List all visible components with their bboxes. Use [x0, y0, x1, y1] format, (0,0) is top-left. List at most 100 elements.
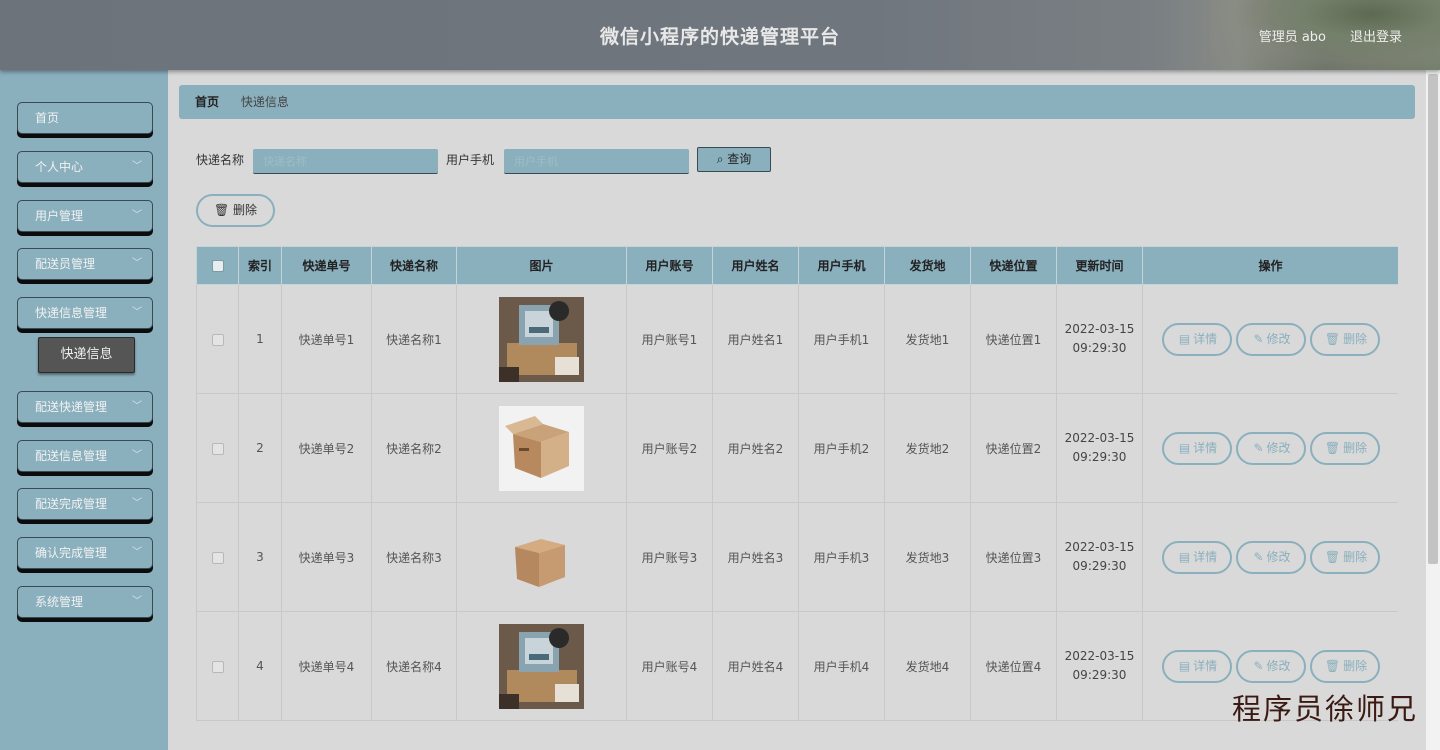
row-checkbox[interactable] — [211, 660, 224, 673]
location-cell: 快递位置2 — [970, 393, 1057, 503]
breadcrumb: 首页 快递信息 — [179, 85, 1415, 119]
user-phone-input[interactable] — [504, 149, 689, 174]
page-title: 微信小程序的快递管理平台 — [599, 26, 840, 48]
user-name-cell: 用户姓名4 — [712, 611, 799, 721]
open-box-thumbnail[interactable] — [499, 405, 584, 491]
edit-button[interactable]: ✎ 修改 — [1235, 649, 1306, 683]
index-cell: 4 — [238, 611, 282, 721]
parcel-photo-thumbnail[interactable] — [499, 296, 584, 382]
select-all-checkbox[interactable] — [211, 260, 224, 272]
detail-button[interactable]: ▤ 详情 — [1161, 431, 1232, 465]
update-clock: 09:29:30 — [1072, 559, 1127, 573]
row-checkbox[interactable] — [211, 442, 224, 455]
edit-label: 修改 — [1266, 331, 1291, 346]
document-icon: ▤ — [1178, 549, 1191, 564]
edit-button[interactable]: ✎ 修改 — [1235, 322, 1306, 356]
sidebar-item-personal-center[interactable]: 个人中心 ﹀ — [17, 151, 153, 183]
sidebar-item-label: 用户管理 — [35, 209, 84, 223]
detail-button[interactable]: ▤ 详情 — [1161, 540, 1232, 574]
logout-link[interactable]: 退出登录 — [1350, 26, 1402, 45]
breadcrumb-current: 快递信息 — [240, 95, 289, 109]
detail-label: 详情 — [1193, 658, 1218, 673]
delete-label: 删除 — [1343, 440, 1368, 455]
column-header: 用户手机 — [798, 246, 885, 285]
trash-icon: 🗑 — [1324, 331, 1341, 346]
express-name-cell: 快递名称3 — [371, 502, 457, 612]
user-phone-cell: 用户手机1 — [798, 284, 885, 394]
scrollbar-thumb[interactable] — [1428, 74, 1438, 564]
edit-button[interactable]: ✎ 修改 — [1235, 431, 1306, 465]
update-date: 2022-03-15 — [1064, 540, 1135, 554]
location-cell: 快递位置4 — [970, 611, 1057, 721]
edit-label: 修改 — [1266, 549, 1291, 564]
express-no-cell: 快递单号1 — [281, 284, 372, 394]
sidebar-subitem-express-info[interactable]: 快递信息 — [38, 337, 135, 373]
closed-box-thumbnail[interactable] — [499, 514, 584, 600]
update-time-cell: 2022-03-15 09:29:30 — [1056, 284, 1143, 394]
sidebar-item-home[interactable]: 首页 — [17, 102, 153, 134]
sidebar-item-user-management[interactable]: 用户管理 ﹀ — [17, 200, 153, 232]
row-checkbox[interactable] — [211, 551, 224, 564]
user-account-cell: 用户账号3 — [626, 502, 713, 612]
column-header: 发货地 — [884, 246, 971, 285]
detail-button[interactable]: ▤ 详情 — [1161, 322, 1232, 356]
sidebar-item-courier-management[interactable]: 配送员管理 ﹀ — [17, 248, 153, 280]
user-account-cell: 用户账号1 — [626, 284, 713, 394]
pencil-icon: ✎ — [1253, 549, 1264, 564]
sidebar-item-label: 系统管理 — [35, 595, 84, 609]
table-row: 4 快递单号4 快递名称4 用户账号4 用户姓名4 用户手机4 发货地4 快递位置4 2022-… — [196, 611, 1398, 721]
edit-button[interactable]: ✎ 修改 — [1235, 540, 1306, 574]
sidebar-item-delivery-express-management[interactable]: 配送快递管理 ﹀ — [17, 391, 153, 423]
user-account-cell: 用户账号2 — [626, 393, 713, 503]
sidebar-item-delivery-info-management[interactable]: 配送信息管理 ﹀ — [17, 440, 153, 472]
trash-icon: 🗑 — [1324, 549, 1341, 564]
delete-button[interactable]: 🗑 删除 — [1309, 431, 1380, 465]
row-select-cell — [196, 284, 239, 394]
detail-label: 详情 — [1193, 549, 1218, 564]
express-name-input[interactable] — [253, 149, 438, 174]
breadcrumb-home[interactable]: 首页 — [195, 95, 219, 109]
user-phone-label: 用户手机 — [446, 153, 495, 167]
detail-label: 详情 — [1193, 440, 1218, 455]
chevron-down-icon: ﹀ — [132, 450, 142, 461]
delete-button[interactable]: 🗑 删除 — [1309, 322, 1380, 356]
sidebar-item-system-management[interactable]: 系统管理 ﹀ — [17, 586, 153, 618]
origin-cell: 发货地2 — [884, 393, 971, 503]
express-name-cell: 快递名称1 — [371, 284, 457, 394]
trash-icon: 🗑 — [213, 203, 230, 217]
detail-button[interactable]: ▤ 详情 — [1161, 649, 1232, 683]
chevron-down-icon: ﹀ — [132, 307, 142, 318]
column-header: 更新时间 — [1056, 246, 1143, 285]
table-header-row: 索引 快递单号 快递名称 图片 用户账号 用户姓名 用户手机 发货地 快递位置 … — [196, 246, 1398, 285]
user-name-cell: 用户姓名3 — [712, 502, 799, 612]
express-no-cell: 快递单号4 — [281, 611, 372, 721]
batch-delete-button[interactable]: 🗑 删除 — [196, 194, 275, 227]
user-account-cell: 用户账号4 — [626, 611, 713, 721]
table-row: 3 快递单号3 快递名称3 用户账号3 用户姓名3 用户手机3 发货地3 快递位置3 2022-… — [196, 502, 1398, 612]
image-cell — [456, 393, 627, 503]
user-phone-cell: 用户手机2 — [798, 393, 885, 503]
delete-label: 删除 — [1343, 549, 1368, 564]
delete-button[interactable]: 🗑 删除 — [1309, 649, 1380, 683]
delete-button[interactable]: 🗑 删除 — [1309, 540, 1380, 574]
sidebar-item-label: 配送员管理 — [35, 257, 96, 271]
update-clock: 09:29:30 — [1072, 450, 1127, 464]
chevron-down-icon: ﹀ — [132, 210, 142, 221]
vertical-scrollbar[interactable] — [1426, 70, 1440, 750]
actions-cell: ▤ 详情 ✎ 修改 🗑 删除 — [1142, 502, 1398, 612]
user-phone-cell: 用户手机3 — [798, 502, 885, 612]
query-button[interactable]: ⌕ 查询 — [697, 147, 771, 172]
sidebar-item-label: 快递信息管理 — [35, 306, 108, 320]
main-content: 首页 快递信息 快递名称 用户手机 ⌕ 查询 🗑 删除 索引 快递单号 快递名称 — [170, 70, 1426, 750]
sidebar-item-confirm-complete-management[interactable]: 确认完成管理 ﹀ — [17, 537, 153, 569]
image-cell — [456, 502, 627, 612]
row-checkbox[interactable] — [211, 333, 224, 346]
parcel-photo-thumbnail[interactable] — [499, 623, 584, 709]
sidebar-item-delivery-complete-management[interactable]: 配送完成管理 ﹀ — [17, 488, 153, 520]
column-header: 操作 — [1142, 246, 1398, 285]
index-cell: 2 — [238, 393, 282, 503]
watermark-text: 程序员徐师兄 — [1231, 692, 1418, 726]
update-time-cell: 2022-03-15 09:29:30 — [1056, 393, 1143, 503]
chevron-down-icon: ﹀ — [132, 596, 142, 607]
sidebar-item-express-info-management[interactable]: 快递信息管理 ﹀ — [17, 297, 153, 329]
